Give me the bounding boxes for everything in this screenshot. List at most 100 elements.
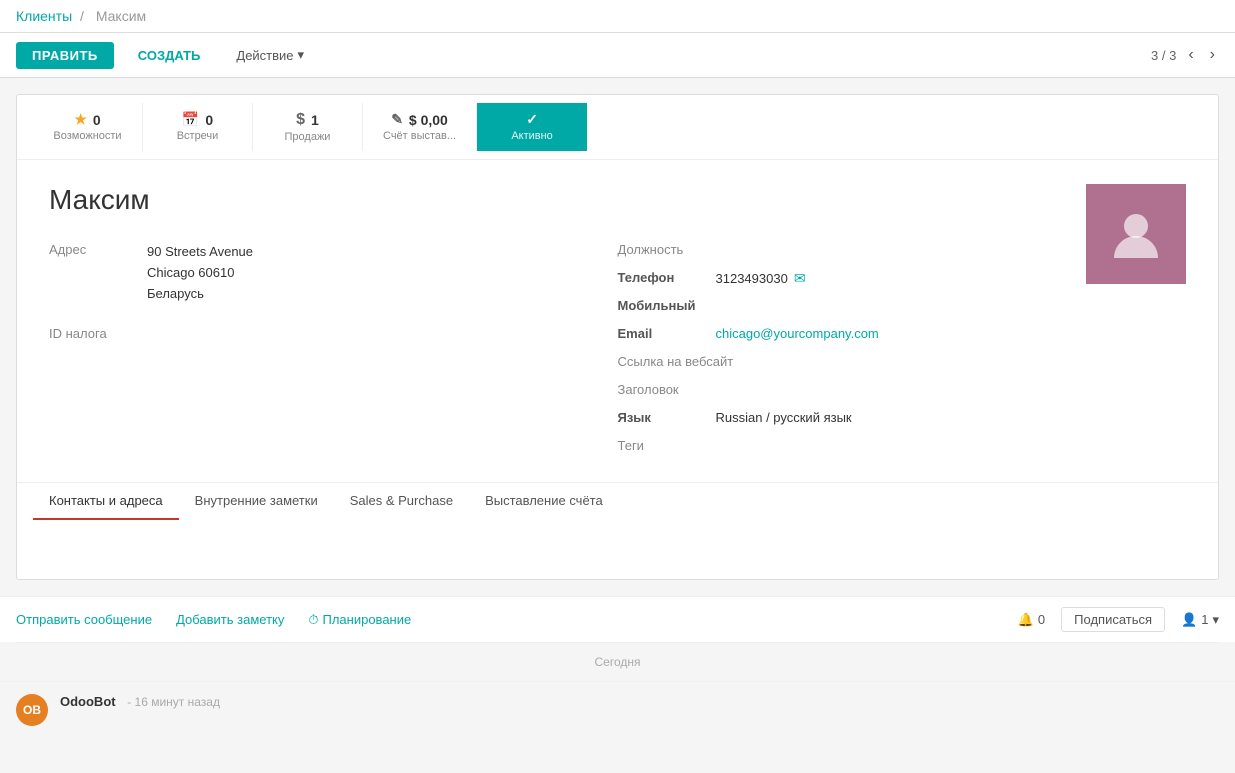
tab-sales-purchase[interactable]: Sales & Purchase xyxy=(334,483,469,520)
breadcrumb-parent[interactable]: Клиенты xyxy=(16,8,72,24)
prev-button[interactable]: ‹ xyxy=(1184,44,1197,66)
edit-button[interactable]: ПРАВИТЬ xyxy=(16,42,114,69)
email-field-row: Email chicago@yourcompany.com xyxy=(618,324,1187,346)
message-item: OB OdooBot - 16 минут назад xyxy=(0,681,1235,738)
followers-count: 0 xyxy=(1038,612,1045,627)
sales-count: 1 xyxy=(311,112,319,128)
tab-list: Контакты и адреса Внутренние заметки Sal… xyxy=(33,483,1202,519)
add-note-label: Добавить заметку xyxy=(176,612,284,627)
smart-btn-invoices[interactable]: ✎ $ 0,00 Счёт выстав... xyxy=(363,103,477,151)
tags-label: Теги xyxy=(618,438,708,453)
subscribe-button[interactable]: Подписаться xyxy=(1061,607,1165,632)
toolbar: ПРАВИТЬ СОЗДАТЬ Действие ▾ 3 / 3 ‹ › xyxy=(0,33,1235,78)
chevron-down-icon: ▾ xyxy=(298,47,305,63)
tab-content xyxy=(33,519,1202,579)
send-message-label: Отправить сообщение xyxy=(16,612,152,627)
title-label: Заголовок xyxy=(618,382,708,397)
left-section: Максим Адрес 90 Streets Avenue Chicago 6… xyxy=(49,184,1186,458)
email-label: Email xyxy=(618,326,708,341)
sales-label: Продажи xyxy=(285,131,331,143)
chatter-bar: Отправить сообщение Добавить заметку ⏱ П… xyxy=(0,596,1235,642)
avatar-area xyxy=(1086,184,1186,284)
pager-text: 3 / 3 xyxy=(1151,48,1176,63)
smart-btn-meetings[interactable]: 📅 0 Встречи xyxy=(143,103,253,151)
today-divider: Сегодня xyxy=(16,642,1219,681)
send-message-button[interactable]: Отправить сообщение xyxy=(16,612,152,627)
chevron-down-icon-2: ▾ xyxy=(1212,612,1219,628)
record-card: ★ 0 Возможности 📅 0 Встречи $ 1 Продажи xyxy=(16,94,1219,580)
add-note-button[interactable]: Добавить заметку xyxy=(176,612,284,627)
dollar-icon: $ xyxy=(296,111,305,129)
language-value: Russian / русский язык xyxy=(716,410,852,425)
website-label: Ссылка на вебсайт xyxy=(618,354,734,369)
tax-id-field-row: ID налога xyxy=(49,324,618,346)
message-avatar: OB xyxy=(16,694,48,726)
opportunities-label: Возможности xyxy=(53,130,121,142)
smart-buttons-bar: ★ 0 Возможности 📅 0 Встречи $ 1 Продажи xyxy=(17,95,1218,160)
left-fields: Адрес 90 Streets Avenue Chicago 60610 Бе… xyxy=(49,240,618,458)
smart-btn-opportunities[interactable]: ★ 0 Возможности xyxy=(33,103,143,151)
schedule-label: Планирование xyxy=(323,612,412,627)
message-content: OdooBot - 16 минут назад xyxy=(60,694,220,726)
phone-label: Телефон xyxy=(618,270,708,285)
address-line1: 90 Streets Avenue xyxy=(147,242,253,263)
pager-area: 3 / 3 ‹ › xyxy=(1151,44,1219,66)
check-icon: ✓ xyxy=(526,111,538,128)
phone-email-icon[interactable]: ✉ xyxy=(794,270,806,287)
opportunities-count: 0 xyxy=(93,112,101,128)
active-label: Активно xyxy=(511,130,553,142)
address-value: 90 Streets Avenue Chicago 60610 Беларусь xyxy=(147,242,253,304)
action-button[interactable]: Действие ▾ xyxy=(224,41,316,69)
tab-notes[interactable]: Внутренние заметки xyxy=(179,483,334,520)
chatter-right: 🔔 0 Подписаться 👤 1 ▾ xyxy=(1018,607,1219,632)
message-time: - 16 минут назад xyxy=(127,695,220,709)
breadcrumb: Клиенты / Максим xyxy=(16,8,1219,24)
tax-id-label: ID налога xyxy=(49,326,139,341)
next-button[interactable]: › xyxy=(1206,44,1219,66)
create-button[interactable]: СОЗДАТЬ xyxy=(122,42,217,69)
invoices-label: Счёт выстав... xyxy=(383,130,456,142)
clock-icon: ⏱ xyxy=(308,612,318,628)
language-field-row: Язык Russian / русский язык xyxy=(618,408,1187,430)
tab-invoicing[interactable]: Выставление счёта xyxy=(469,483,619,520)
avatar[interactable] xyxy=(1086,184,1186,284)
fields-section: Адрес 90 Streets Avenue Chicago 60610 Бе… xyxy=(49,240,1186,458)
message-sender: OdooBot xyxy=(60,694,116,709)
star-icon: ★ xyxy=(74,111,87,128)
pencil-icon: ✎ xyxy=(391,111,403,128)
mobile-label: Мобильный xyxy=(618,298,708,313)
followers-badge: 🔔 0 xyxy=(1018,612,1045,628)
address-label: Адрес xyxy=(49,242,139,257)
main-content: ★ 0 Возможности 📅 0 Встречи $ 1 Продажи xyxy=(0,78,1235,596)
address-line3: Беларусь xyxy=(147,284,253,305)
language-label: Язык xyxy=(618,410,708,425)
address-line2: Chicago 60610 xyxy=(147,263,253,284)
schedule-button[interactable]: ⏱ Планирование xyxy=(308,612,411,628)
address-field-row: Адрес 90 Streets Avenue Chicago 60610 Бе… xyxy=(49,240,618,306)
followers-num: 1 xyxy=(1201,612,1208,627)
email-value[interactable]: chicago@yourcompany.com xyxy=(716,326,879,341)
followers-icon: 🔔 xyxy=(1018,612,1034,628)
position-label: Должность xyxy=(618,242,708,257)
person-icon: 👤 xyxy=(1181,612,1197,628)
action-label: Действие xyxy=(236,48,293,63)
website-field-row: Ссылка на вебсайт xyxy=(618,352,1187,374)
followers-num-badge: 👤 1 ▾ xyxy=(1181,612,1219,628)
smart-btn-sales[interactable]: $ 1 Продажи xyxy=(253,103,363,151)
avatar-silhouette xyxy=(1106,204,1166,264)
invoices-count: $ 0,00 xyxy=(409,112,448,128)
tags-field-row: Теги xyxy=(618,436,1187,458)
title-field-row: Заголовок xyxy=(618,380,1187,402)
tab-contacts[interactable]: Контакты и адреса xyxy=(33,483,179,520)
breadcrumb-bar: Клиенты / Максим xyxy=(0,0,1235,33)
breadcrumb-separator: / xyxy=(80,8,84,24)
mobile-field-row: Мобильный xyxy=(618,296,1187,318)
record-body: Максим Адрес 90 Streets Avenue Chicago 6… xyxy=(17,160,1218,482)
calendar-icon: 📅 xyxy=(182,111,199,128)
breadcrumb-current: Максим xyxy=(96,8,146,24)
tabs-area: Контакты и адреса Внутренние заметки Sal… xyxy=(17,482,1218,579)
smart-btn-active[interactable]: ✓ Активно xyxy=(477,103,587,151)
phone-value: 3123493030 ✉ xyxy=(716,270,806,287)
meetings-count: 0 xyxy=(205,112,213,128)
meetings-label: Встречи xyxy=(177,130,219,142)
